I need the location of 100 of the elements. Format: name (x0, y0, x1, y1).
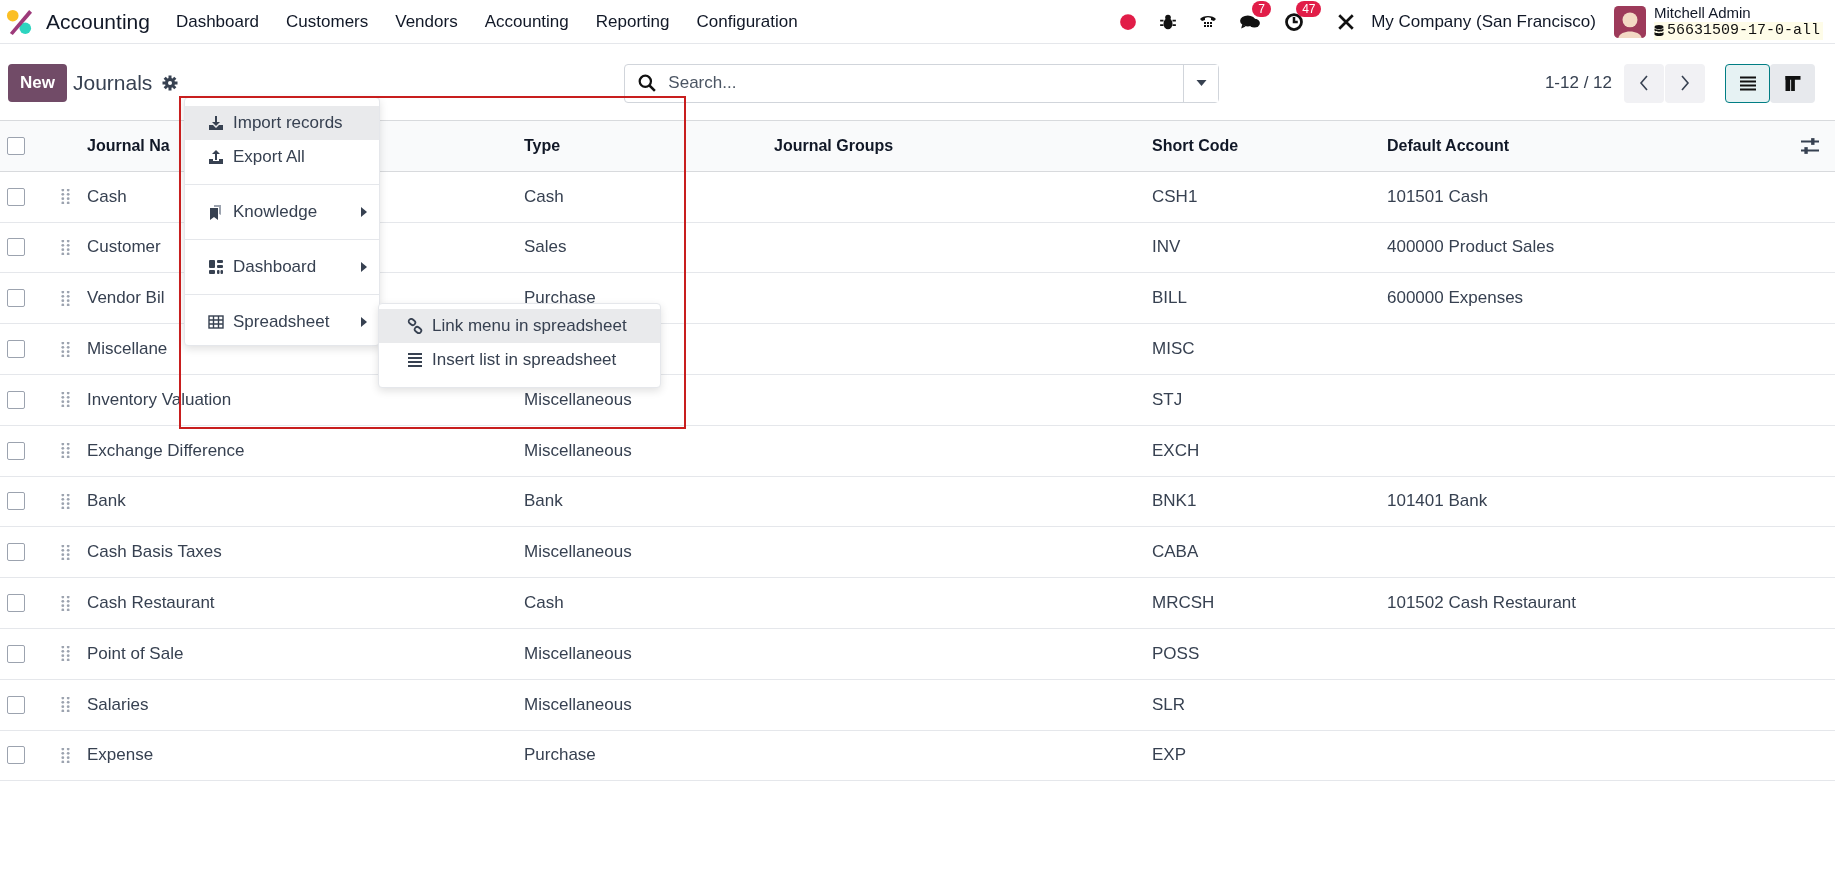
link-icon (407, 318, 423, 334)
search-options-toggle[interactable] (1183, 64, 1219, 102)
row-checkbox[interactable] (7, 543, 25, 562)
drag-handle-icon[interactable] (61, 189, 70, 205)
menu-item[interactable]: Vendors (395, 11, 458, 32)
table-cell: Sales (524, 237, 567, 257)
settings-icon[interactable] (162, 75, 179, 91)
menu-item[interactable]: Dashboard (175, 11, 260, 32)
new-button[interactable]: New (8, 64, 67, 102)
table-cell: MISC (1152, 339, 1195, 359)
table-icon (208, 314, 224, 330)
drag-handle-icon[interactable] (61, 595, 70, 611)
company-switcher[interactable]: My Company (San Francisco) (1371, 11, 1596, 32)
menu-item[interactable]: Spreadsheet (185, 305, 379, 339)
column-header[interactable]: Type (524, 136, 561, 154)
row-checkbox[interactable] (7, 340, 25, 359)
drag-handle-icon[interactable] (61, 544, 70, 560)
app-logo-icon (6, 8, 33, 35)
select-all-checkbox[interactable] (7, 136, 25, 155)
drag-handle-icon[interactable] (61, 392, 70, 408)
dashboard-icon (208, 259, 224, 275)
chevron-left-icon (1639, 75, 1649, 91)
activity-count-badge: 47 (1296, 0, 1322, 17)
drag-handle-icon[interactable] (61, 341, 70, 357)
row-checkbox[interactable] (7, 187, 25, 206)
caret-icon (1195, 80, 1207, 86)
row-checkbox[interactable] (7, 289, 25, 308)
drag-handle-icon[interactable] (61, 697, 70, 713)
column-header[interactable]: Journal Groups (774, 136, 894, 154)
list-view-button[interactable] (1725, 63, 1770, 103)
table-cell: Miscellaneous (524, 542, 632, 562)
row-checkbox[interactable] (7, 594, 25, 613)
menu-item[interactable]: Accounting (484, 11, 569, 32)
search-field[interactable]: Search... (666, 72, 1184, 94)
table-cell: BILL (1152, 288, 1187, 308)
table-cell: Miscellaneous (524, 694, 632, 714)
pager-value[interactable]: 1-12 / 12 (1544, 73, 1612, 93)
table-cell: Vendor Bil (87, 288, 165, 308)
drag-handle-icon[interactable] (61, 240, 70, 255)
database-label: 56631509-17-0-all (1666, 21, 1820, 40)
row-checkbox[interactable] (7, 644, 25, 663)
table-cell: STJ (1152, 389, 1183, 409)
drag-handle-icon[interactable] (61, 646, 70, 662)
upload-icon (208, 149, 224, 165)
previous-page-button[interactable] (1624, 63, 1664, 103)
table-cell: BNK1 (1152, 491, 1197, 511)
table-cell: Salaries (87, 694, 149, 714)
row-checkbox[interactable] (7, 441, 25, 460)
user-avatar-icon[interactable] (1613, 5, 1646, 38)
table-cell: SLR (1152, 694, 1186, 714)
table-cell: INV (1152, 237, 1181, 257)
table-cell: Miscellaneous (524, 643, 632, 663)
table-cell: 101401 Bank (1387, 491, 1488, 511)
drag-handle-icon[interactable] (61, 747, 70, 763)
row-checkbox[interactable] (7, 492, 25, 511)
table-cell: Miscellaneous (524, 389, 632, 409)
row-checkbox[interactable] (7, 390, 25, 409)
table-cell: CABA (1152, 542, 1199, 562)
menu-item[interactable]: Configuration (696, 11, 798, 32)
table-cell: EXCH (1152, 440, 1200, 460)
user-name[interactable]: Mitchell Admin (1653, 3, 1823, 22)
drag-handle-icon[interactable] (61, 493, 70, 509)
next-page-button[interactable] (1665, 63, 1705, 103)
table-cell: 400000 Product Sales (1387, 237, 1555, 257)
table-cell: Bank (87, 491, 126, 511)
clock-icon[interactable] (1283, 11, 1306, 32)
table-cell: 101501 Cash (1387, 186, 1489, 206)
column-header[interactable]: Journal Na (87, 136, 170, 154)
page-title[interactable]: Journals (72, 71, 153, 95)
menu-item[interactable]: Import records (185, 106, 379, 140)
menu-item[interactable]: Customers (286, 11, 369, 32)
table-cell: MRCSH (1152, 593, 1215, 613)
chat-count-badge: 7 (1252, 0, 1271, 17)
table-cell: Customer (87, 237, 161, 257)
row-checkbox[interactable] (7, 746, 25, 765)
bookmark-icon (208, 204, 224, 220)
row-checkbox[interactable] (7, 238, 25, 257)
menu-item[interactable]: Knowledge (185, 195, 379, 229)
table-cell: Miscellane (87, 339, 168, 359)
search-bar[interactable]: Search... (624, 63, 1220, 103)
list-icon (1739, 75, 1756, 91)
row-checkbox[interactable] (7, 695, 25, 714)
sliders-icon[interactable] (1801, 137, 1819, 154)
bug-icon[interactable] (1159, 12, 1178, 31)
menu-item[interactable]: Reporting (595, 11, 670, 32)
column-header[interactable]: Short Code (1152, 136, 1239, 154)
column-header[interactable]: Default Account (1387, 136, 1510, 154)
drag-handle-icon[interactable] (61, 443, 70, 459)
database-icon (1653, 24, 1664, 37)
record-dot-icon[interactable] (1119, 12, 1138, 31)
table-cell: Cash Basis Taxes (87, 542, 222, 562)
menu-item[interactable]: Link menu in spreadsheet (379, 309, 660, 343)
menu-item[interactable]: Insert list in spreadsheet (379, 343, 660, 377)
table-cell: Miscellaneous (524, 440, 632, 460)
menu-item[interactable]: Dashboard (185, 250, 379, 284)
table-cell: 600000 Expenses (1387, 288, 1524, 308)
menu-item[interactable]: Export All (185, 140, 379, 174)
drag-handle-icon[interactable] (61, 290, 70, 306)
table-cell: Cash (524, 186, 564, 206)
app-name[interactable]: Accounting (46, 9, 150, 34)
